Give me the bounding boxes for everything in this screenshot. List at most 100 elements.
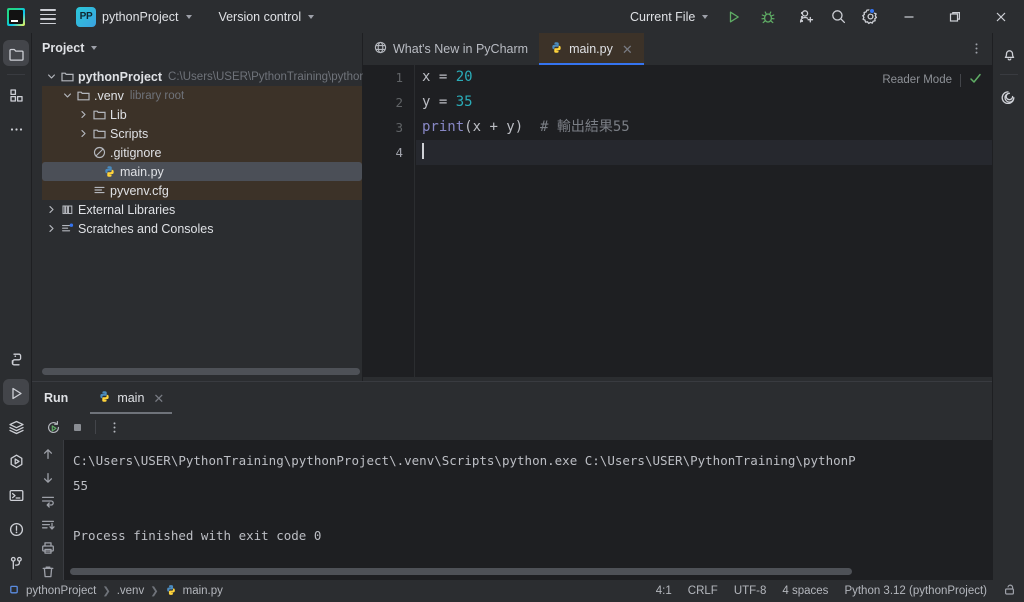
line-separator[interactable]: CRLF bbox=[688, 585, 718, 597]
editor-tab-main-py[interactable]: main.py ✕ bbox=[539, 33, 644, 65]
problems-icon[interactable] bbox=[0, 512, 32, 546]
version-control-icon[interactable] bbox=[0, 546, 32, 580]
run-triangle-icon[interactable] bbox=[718, 0, 750, 33]
tree-node-pythonProject[interactable]: pythonProject C:\Users\USER\PythonTraini… bbox=[32, 67, 402, 86]
close-icon[interactable] bbox=[978, 0, 1024, 33]
terminal-icon[interactable] bbox=[0, 478, 32, 512]
status-bar-right: 4:1 CRLF UTF-8 4 spaces Python 3.12 (pyt… bbox=[656, 583, 1016, 599]
breadcrumb-item[interactable]: pythonProject bbox=[26, 585, 96, 597]
tree-node-pyvenv-cfg[interactable]: pyvenv.cfg bbox=[32, 181, 362, 200]
ai-assistant-icon[interactable] bbox=[993, 78, 1024, 112]
structure-tool-icon[interactable] bbox=[0, 78, 32, 112]
file-encoding[interactable]: UTF-8 bbox=[734, 585, 767, 597]
chevron-down-icon bbox=[186, 14, 193, 19]
chevron-right-icon[interactable] bbox=[44, 205, 58, 214]
version-control-label: Version control bbox=[218, 9, 302, 24]
tree-label: .gitignore bbox=[110, 145, 162, 160]
indent-setting[interactable]: 4 spaces bbox=[782, 585, 828, 597]
add-user-icon[interactable] bbox=[790, 0, 822, 33]
close-icon[interactable]: ✕ bbox=[622, 43, 633, 56]
console-horizontal-scrollbar[interactable] bbox=[70, 568, 852, 575]
run-tab-label: main bbox=[117, 391, 145, 405]
stop-icon[interactable] bbox=[66, 416, 88, 438]
chevron-down-icon[interactable] bbox=[60, 91, 74, 100]
hamburger-icon[interactable] bbox=[32, 0, 64, 33]
code-editor[interactable]: Reader Mode 1 2 3 4 x = 20 y = 35 print(… bbox=[363, 65, 992, 381]
code-token: 35 bbox=[455, 94, 473, 110]
project-panel-title: Project bbox=[42, 41, 85, 55]
project-panel-header[interactable]: Project bbox=[32, 33, 362, 63]
run-tab-main[interactable]: main ✕ bbox=[90, 382, 173, 414]
checkmark-ok-icon[interactable] bbox=[969, 72, 982, 88]
line-number: 1 bbox=[395, 70, 403, 85]
maximize-icon[interactable] bbox=[932, 0, 978, 33]
title-bar: PP pythonProject Version control Current… bbox=[0, 0, 1024, 33]
caret-position[interactable]: 4:1 bbox=[656, 585, 672, 597]
up-arrow-icon[interactable] bbox=[37, 445, 59, 464]
soft-wrap-icon[interactable] bbox=[37, 492, 59, 511]
chevron-down-icon[interactable] bbox=[44, 72, 58, 81]
project-name: pythonProject bbox=[102, 9, 179, 24]
close-icon[interactable]: ✕ bbox=[153, 392, 164, 405]
tree-label: pythonProject bbox=[78, 69, 163, 84]
version-control-selector[interactable]: Version control bbox=[210, 7, 322, 27]
run-console[interactable]: C:\Users\USER\PythonTraining\pythonProje… bbox=[32, 440, 992, 581]
print-icon[interactable] bbox=[37, 539, 59, 558]
chevron-right-icon[interactable] bbox=[76, 129, 90, 138]
project-tree: pythonProject C:\Users\USER\PythonTraini… bbox=[32, 63, 402, 238]
run-tool-window: Run main ✕ C:\Users\USER\PythonTraining\… bbox=[32, 381, 992, 581]
project-selector[interactable]: PP pythonProject bbox=[68, 4, 200, 30]
editor-tab-label: What's New in PyCharm bbox=[393, 42, 529, 56]
search-icon[interactable] bbox=[822, 0, 854, 33]
editor-gutter[interactable]: 1 2 3 4 bbox=[363, 65, 415, 381]
gitignore-icon bbox=[90, 146, 108, 159]
breadcrumb-item[interactable]: main.py bbox=[183, 585, 223, 597]
tree-node-Lib[interactable]: Lib bbox=[32, 105, 362, 124]
folder-icon bbox=[74, 89, 92, 102]
services-icon[interactable] bbox=[0, 410, 32, 444]
scroll-to-end-icon[interactable] bbox=[37, 516, 59, 535]
chevron-down-icon bbox=[308, 14, 315, 19]
tree-node-main-py[interactable]: main.py bbox=[42, 162, 362, 181]
profiler-icon[interactable] bbox=[0, 444, 32, 478]
unlocked-icon[interactable] bbox=[1003, 583, 1016, 599]
more-tool-windows-icon[interactable] bbox=[0, 112, 32, 146]
console-line: C:\Users\USER\PythonTraining\pythonProje… bbox=[73, 453, 856, 468]
minimize-icon[interactable] bbox=[886, 0, 932, 33]
gear-icon[interactable] bbox=[854, 0, 886, 33]
trash-icon[interactable] bbox=[37, 563, 59, 582]
run-configuration-selector[interactable]: Current File bbox=[622, 7, 716, 27]
python-console-icon[interactable] bbox=[0, 342, 32, 376]
config-file-icon bbox=[90, 184, 108, 197]
text-caret bbox=[422, 143, 424, 159]
tree-node-Scripts[interactable]: Scripts bbox=[32, 124, 362, 143]
down-arrow-icon[interactable] bbox=[37, 469, 59, 488]
pycharm-window: PP pythonProject Version control Current… bbox=[0, 0, 1024, 602]
run-panel-header: Run main ✕ bbox=[32, 382, 992, 414]
console-output: C:\Users\USER\PythonTraining\pythonProje… bbox=[65, 440, 992, 581]
tree-label: pyvenv.cfg bbox=[110, 183, 169, 198]
tree-label: Scripts bbox=[110, 126, 149, 141]
tree-node-gitignore[interactable]: .gitignore bbox=[32, 143, 362, 162]
python-interpreter[interactable]: Python 3.12 (pythonProject) bbox=[844, 585, 987, 597]
rerun-icon[interactable] bbox=[42, 416, 64, 438]
more-vertical-icon[interactable] bbox=[969, 41, 984, 61]
chevron-right-icon[interactable] bbox=[76, 110, 90, 119]
divider bbox=[95, 420, 96, 434]
project-tool-icon[interactable] bbox=[0, 37, 32, 71]
project-badge: PP bbox=[76, 6, 96, 27]
breadcrumb-item[interactable]: .venv bbox=[117, 585, 145, 597]
more-vertical-icon[interactable] bbox=[103, 416, 125, 438]
debug-bug-icon[interactable] bbox=[752, 0, 784, 33]
tree-node-external-libraries[interactable]: External Libraries bbox=[32, 200, 362, 219]
reader-mode-label: Reader Mode bbox=[882, 74, 952, 86]
tree-node-scratches-and-consoles[interactable]: Scratches and Consoles bbox=[32, 219, 362, 238]
project-panel-horizontal-scrollbar[interactable] bbox=[42, 368, 360, 375]
chevron-right-icon[interactable] bbox=[44, 224, 58, 233]
notifications-bell-icon[interactable] bbox=[993, 37, 1024, 71]
reader-mode-indicator[interactable]: Reader Mode bbox=[882, 72, 982, 88]
folder-icon bbox=[58, 70, 76, 83]
editor-tab-whats-new[interactable]: What's New in PyCharm bbox=[363, 33, 539, 65]
tree-node-venv[interactable]: .venv library root bbox=[32, 86, 362, 105]
run-tool-icon[interactable] bbox=[0, 376, 32, 410]
